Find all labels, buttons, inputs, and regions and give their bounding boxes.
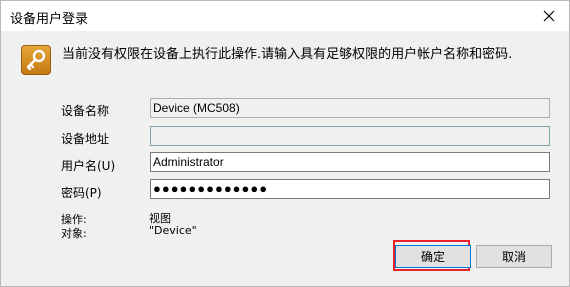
object-value: "Device" <box>149 224 197 237</box>
username-input[interactable]: Administrator <box>150 152 550 172</box>
username-label: 用户名(U) <box>61 159 116 173</box>
object-label: 对象: <box>61 227 87 240</box>
window-title: 设备用户登录 <box>10 12 89 27</box>
ok-button[interactable]: 确定 <box>395 245 471 268</box>
device-name-field: Device (MC508) <box>150 98 550 118</box>
device-address-label: 设备地址 <box>61 132 110 146</box>
login-dialog: 设备用户登录 当前没有权限在设备上执行此操作.请输入具有足够权限的用户帐户名称和… <box>0 0 570 287</box>
title-bar: 设备用户登录 <box>1 1 569 31</box>
device-address-field[interactable] <box>150 126 550 146</box>
password-label: 密码(P) <box>61 186 102 200</box>
cancel-button[interactable]: 取消 <box>476 245 552 268</box>
permission-message: 当前没有权限在设备上执行此操作.请输入具有足够权限的用户帐户名称和密码. <box>62 47 513 62</box>
key-icon <box>21 45 51 75</box>
close-icon <box>543 10 555 22</box>
password-input[interactable]: ●●●●●●●●●●●●● <box>150 179 550 199</box>
device-name-label: 设备名称 <box>61 104 110 118</box>
close-button[interactable] <box>529 1 569 31</box>
